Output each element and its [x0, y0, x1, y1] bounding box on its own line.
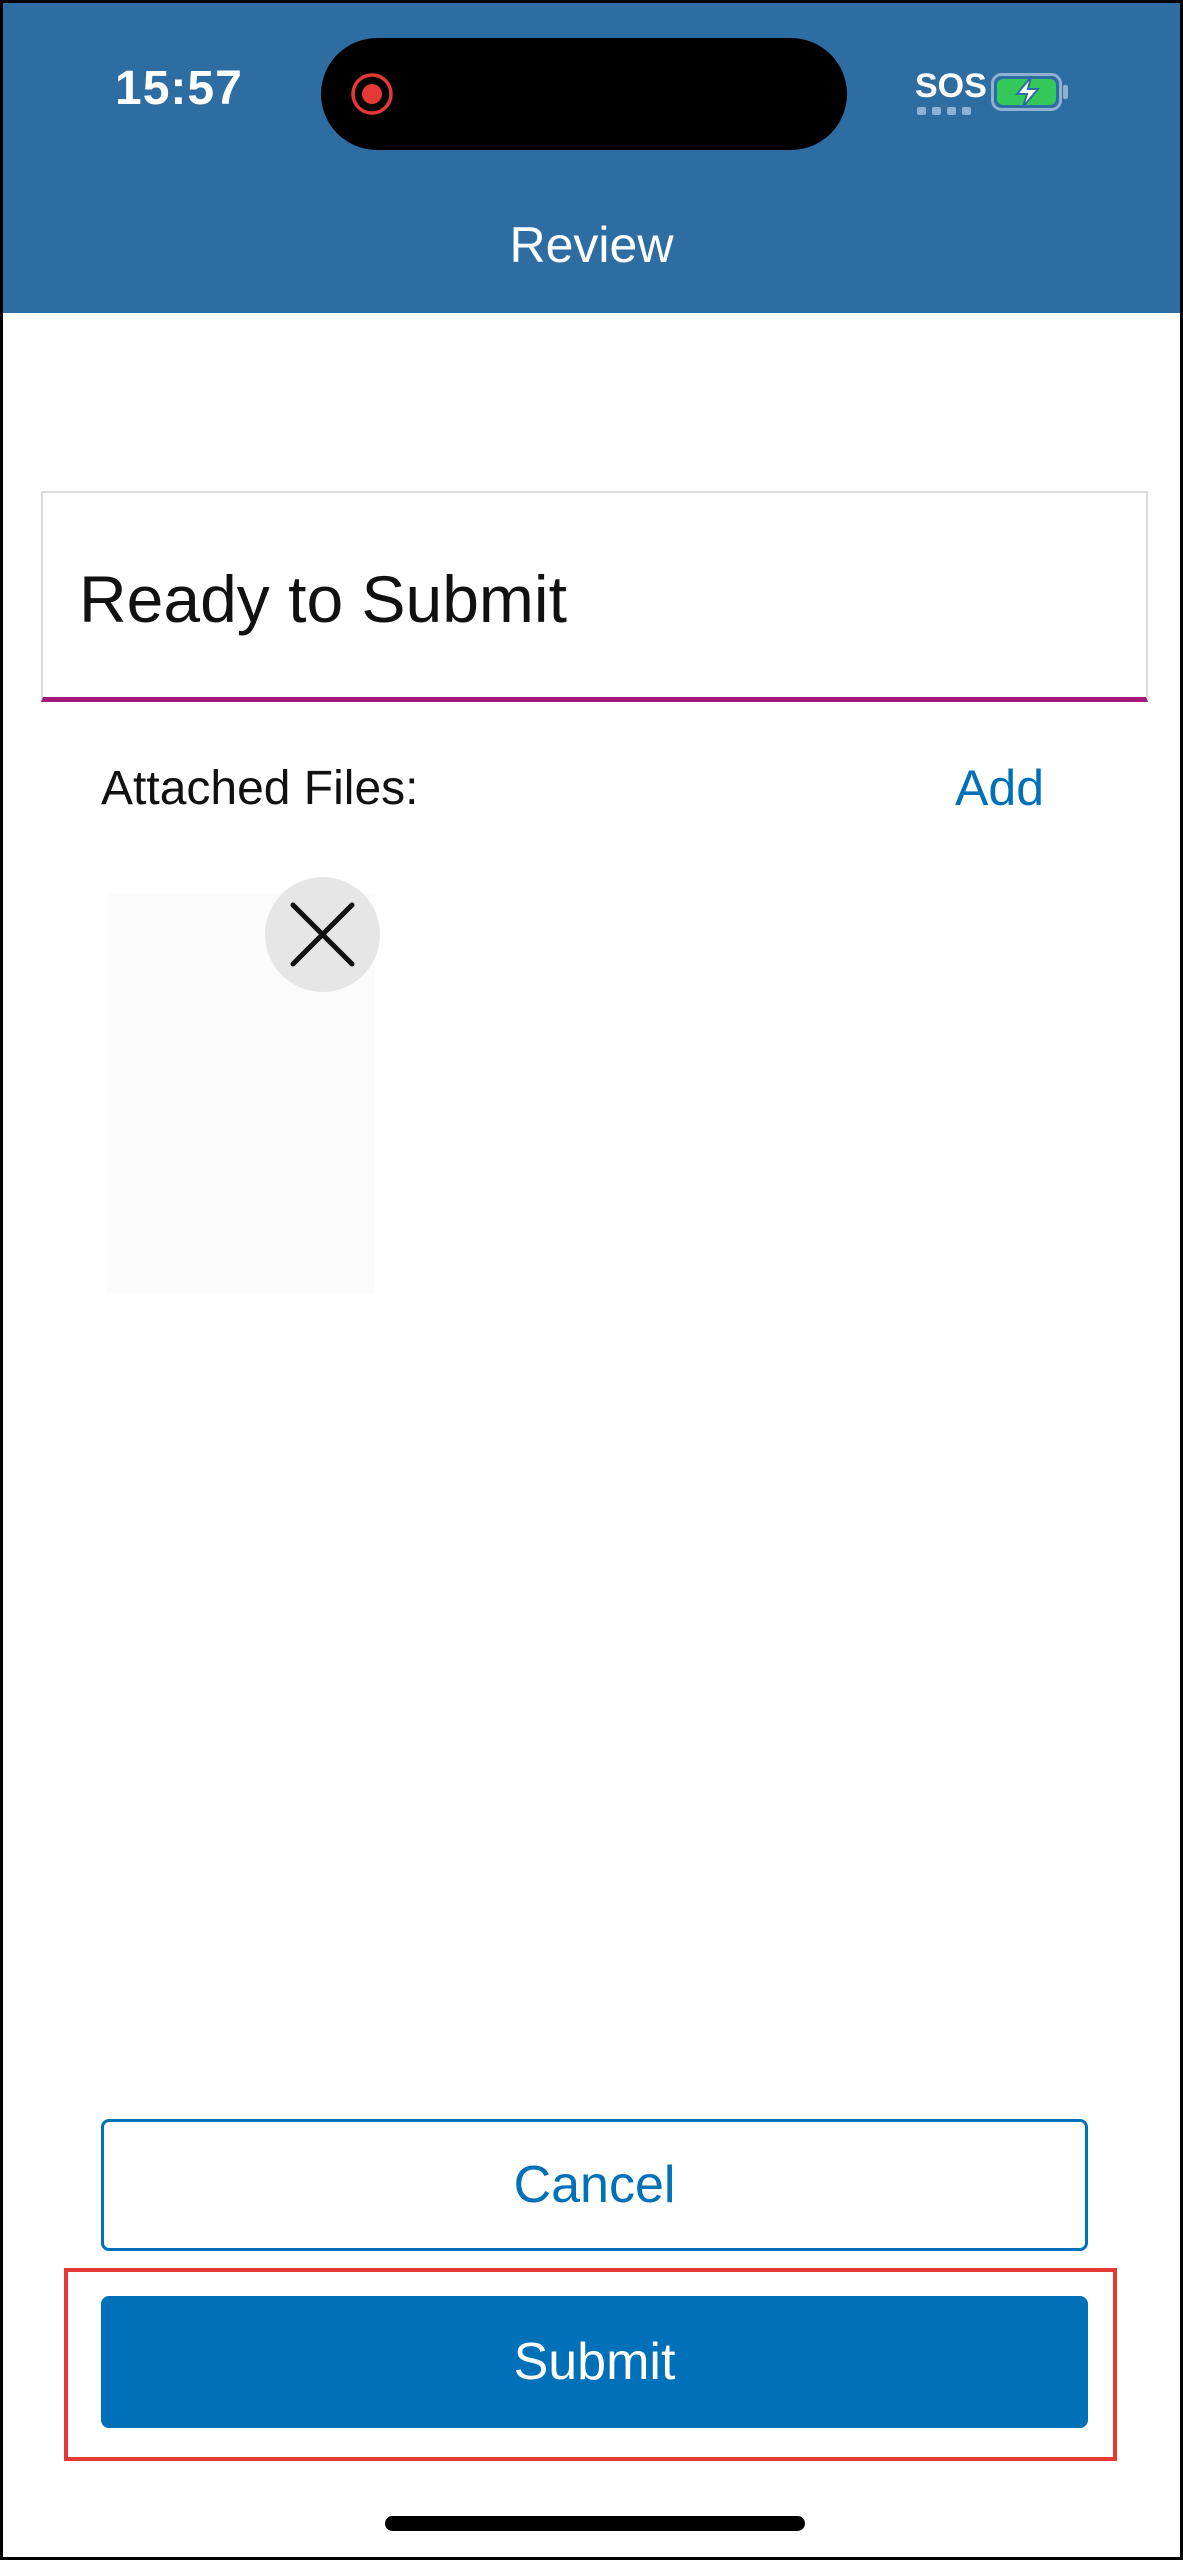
sos-indicator: SOS	[915, 67, 987, 105]
battery-charging-icon	[991, 73, 1068, 111]
app-screen: 15:57 SOS Review Ready to Submit Attache…	[0, 0, 1183, 2560]
status-time: 15:57	[115, 62, 243, 115]
close-icon	[290, 902, 355, 967]
cancel-button[interactable]: Cancel	[101, 2119, 1088, 2251]
ready-status-text: Ready to Submit	[79, 562, 567, 636]
submit-button[interactable]: Submit	[101, 2296, 1088, 2428]
attached-files-label: Attached Files:	[101, 762, 419, 815]
dynamic-island	[321, 38, 847, 150]
ready-status-card: Ready to Submit	[41, 491, 1148, 702]
add-attachment-button[interactable]: Add	[955, 759, 1044, 817]
screen-record-icon	[351, 73, 393, 115]
home-indicator[interactable]	[385, 2516, 805, 2531]
signal-dots-icon	[917, 107, 971, 115]
top-header: 15:57 SOS Review	[3, 3, 1180, 313]
remove-attachment-button[interactable]	[265, 877, 380, 992]
page-title: Review	[509, 217, 674, 273]
